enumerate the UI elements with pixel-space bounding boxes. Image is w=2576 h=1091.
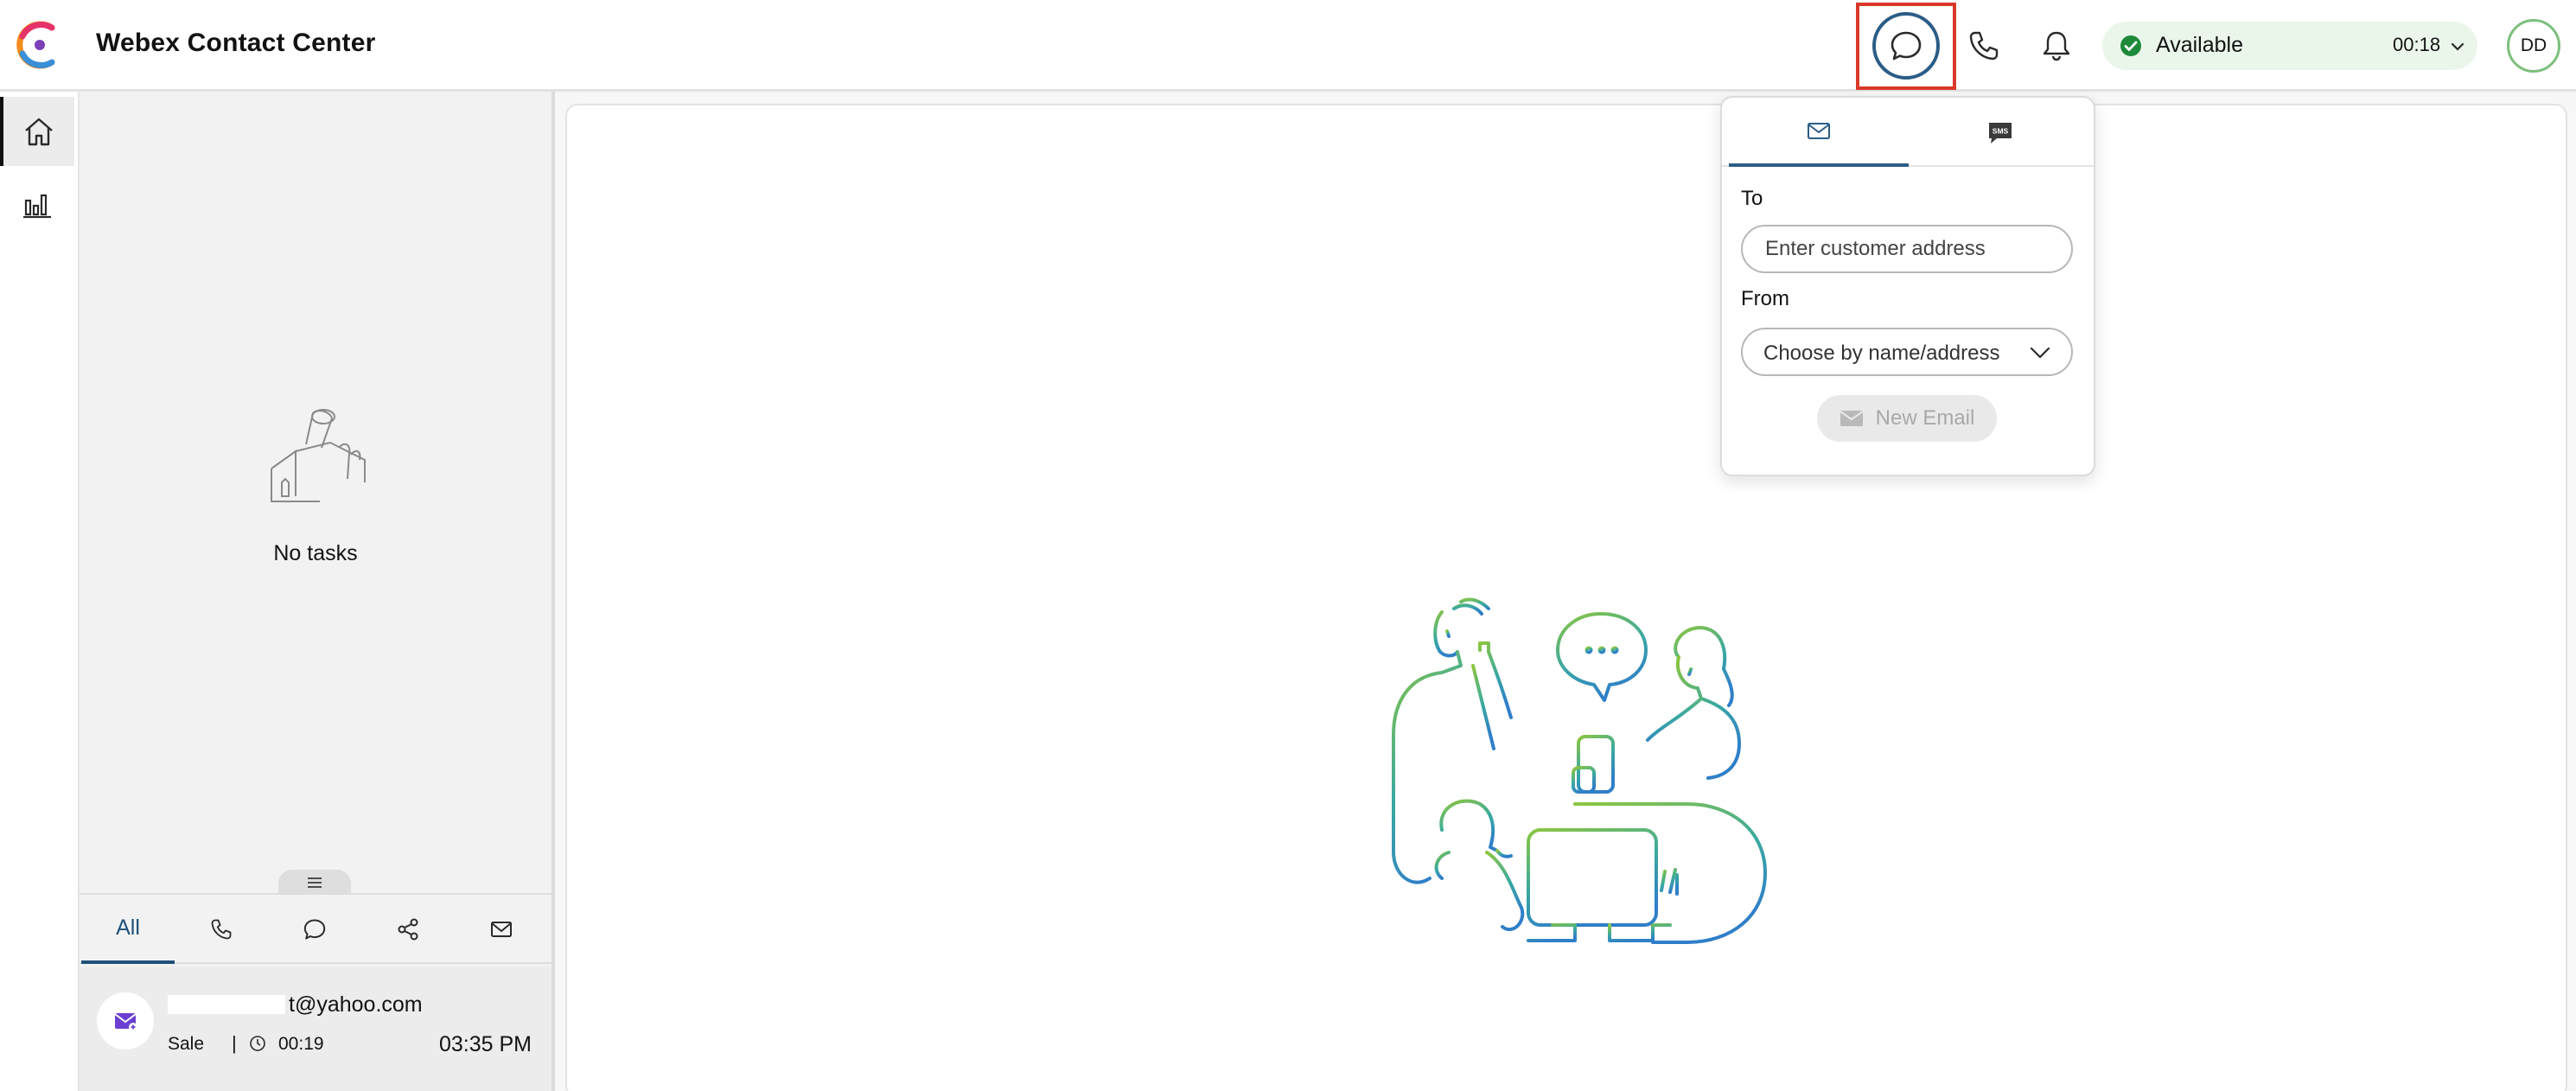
top-header: Webex Contact Center Available 00:18 DD bbox=[0, 0, 2576, 92]
filter-tab-voice[interactable] bbox=[175, 895, 268, 964]
webex-logo-icon bbox=[16, 21, 55, 69]
task-channel-avatar bbox=[97, 992, 154, 1050]
chat-bubble-icon bbox=[1891, 31, 1922, 61]
email-filled-icon bbox=[1840, 411, 1864, 426]
gramophone-illustration-icon bbox=[271, 409, 366, 502]
redacted-text bbox=[168, 995, 285, 1014]
filter-tab-chat[interactable] bbox=[268, 895, 361, 964]
task-duration: 00:19 bbox=[278, 1034, 324, 1054]
nav-item-home[interactable] bbox=[0, 97, 74, 166]
outdial-popover: SMS To From Choose by name/address New E… bbox=[1720, 96, 2095, 476]
bar-chart-icon bbox=[23, 194, 51, 219]
outdial-channel-tabs: SMS bbox=[1722, 98, 2094, 167]
home-icon bbox=[25, 118, 53, 146]
task-meta-separator: | bbox=[232, 1032, 237, 1054]
panel-resize-handle[interactable] bbox=[278, 870, 351, 896]
task-list-item[interactable]: t@yahoo.com Sale | 00:19 03:35 PM bbox=[80, 967, 552, 1091]
filter-tab-social[interactable] bbox=[361, 895, 455, 964]
email-icon bbox=[491, 922, 512, 937]
tab-email[interactable] bbox=[1729, 98, 1909, 167]
to-label: To bbox=[1741, 187, 1763, 210]
task-title: t@yahoo.com bbox=[168, 992, 423, 1018]
notifications-button[interactable] bbox=[2023, 12, 2090, 80]
outdial-chat-button[interactable] bbox=[1872, 12, 1940, 80]
email-icon bbox=[114, 1013, 137, 1031]
webex-contact-center-desktop: Webex Contact Center Available 00:18 DD … bbox=[0, 0, 2576, 1091]
email-icon bbox=[1808, 123, 1830, 139]
outdial-phone-button[interactable] bbox=[1950, 12, 2018, 80]
from-address-value: Choose by name/address bbox=[1763, 341, 2000, 365]
new-email-button[interactable]: New Email bbox=[1817, 395, 1997, 442]
agent-state-timer: 00:18 bbox=[2393, 34, 2441, 55]
phone-icon bbox=[211, 919, 232, 940]
new-email-label: New Email bbox=[1875, 406, 1975, 430]
nav-item-analyzer[interactable] bbox=[0, 169, 74, 239]
phone-icon bbox=[1969, 31, 1999, 61]
clock-icon bbox=[250, 1036, 265, 1051]
task-filter-tabs: All bbox=[80, 893, 552, 964]
side-navigation bbox=[0, 92, 80, 1091]
agents-illustration-icon bbox=[1392, 597, 1767, 944]
customer-address-input[interactable] bbox=[1741, 225, 2073, 273]
app-title: Webex Contact Center bbox=[96, 29, 376, 57]
filter-tab-email[interactable] bbox=[455, 895, 548, 964]
empty-state-text: No tasks bbox=[273, 541, 358, 565]
task-time: 03:35 PM bbox=[439, 1032, 532, 1056]
agent-state-selector[interactable]: Available 00:18 bbox=[2102, 22, 2477, 70]
filter-tab-all[interactable]: All bbox=[81, 895, 175, 964]
task-list-panel: No tasks All t@yahoo.com Sale | 00:19 03… bbox=[80, 92, 552, 1091]
tab-sms[interactable]: SMS bbox=[1910, 98, 2090, 167]
chevron-down-icon bbox=[2030, 347, 2050, 359]
sms-icon: SMS bbox=[1989, 123, 2012, 144]
social-share-icon bbox=[398, 918, 418, 941]
sms-icon-label: SMS bbox=[1993, 127, 2009, 136]
task-title-visible-text: t@yahoo.com bbox=[289, 992, 423, 1017]
task-queue-name: Sale bbox=[168, 1034, 205, 1054]
user-avatar[interactable]: DD bbox=[2507, 19, 2560, 73]
drag-handle-icon bbox=[308, 877, 322, 888]
chat-bubble-icon bbox=[303, 919, 326, 940]
from-label: From bbox=[1741, 287, 1789, 310]
chevron-down-icon bbox=[2451, 42, 2464, 51]
check-circle-icon bbox=[2120, 35, 2141, 56]
from-address-dropdown[interactable]: Choose by name/address bbox=[1741, 328, 2073, 376]
bell-icon bbox=[2043, 31, 2070, 61]
agent-state-label: Available bbox=[2156, 33, 2244, 57]
